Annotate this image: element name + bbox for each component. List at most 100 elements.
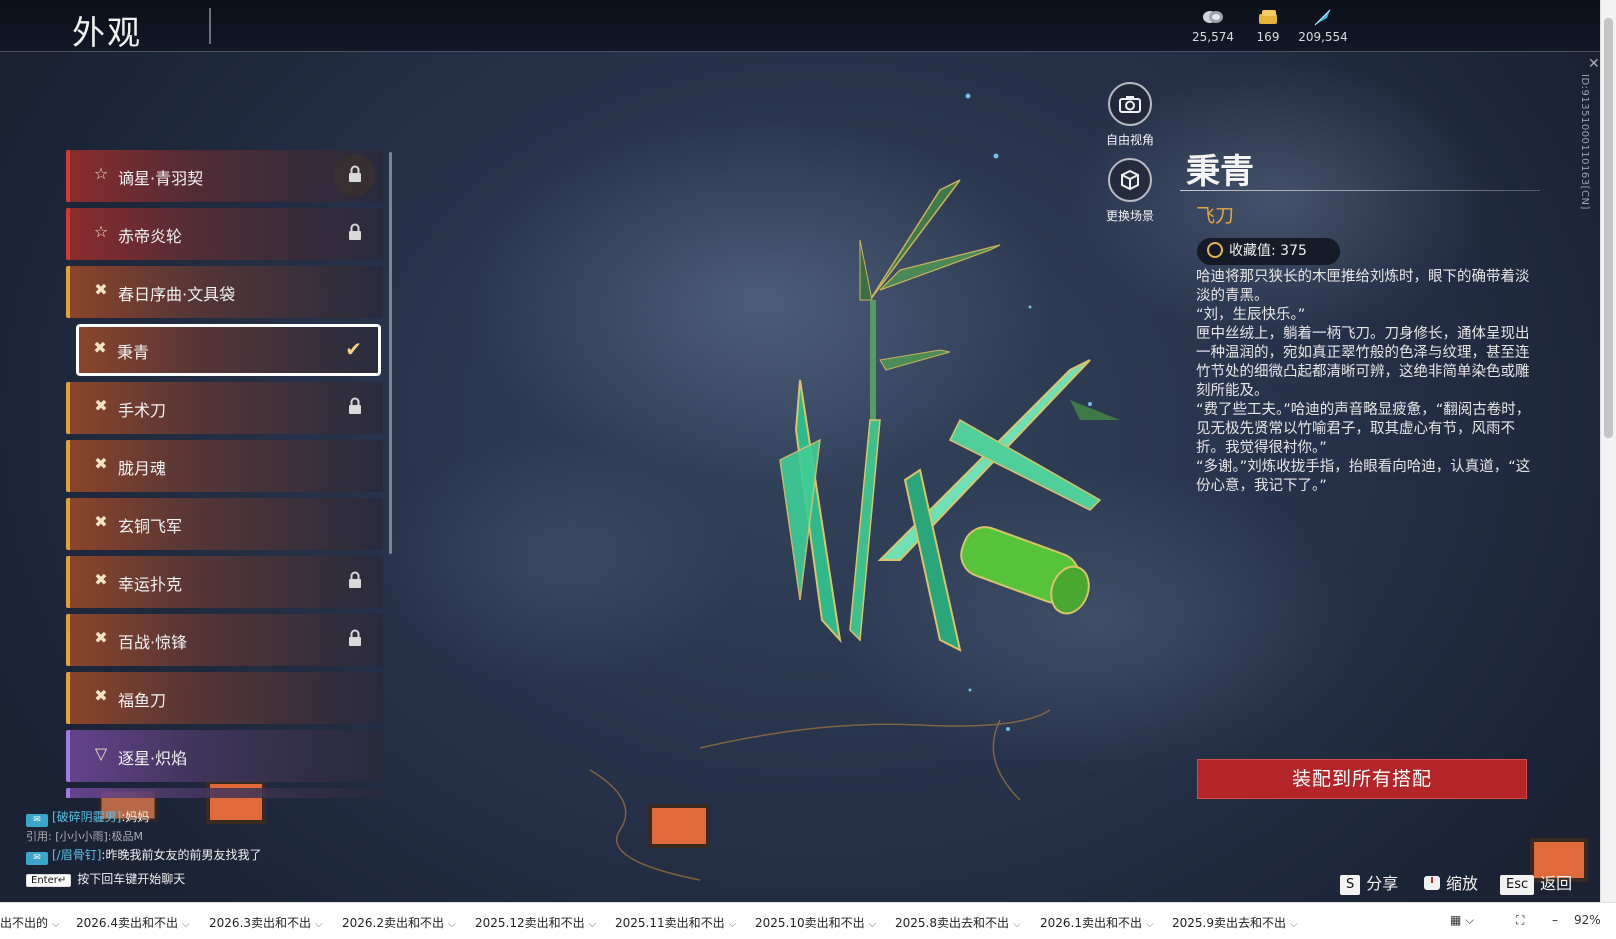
bamboo-knife-model bbox=[779, 179, 1120, 652]
chat-sender[interactable]: [破碎阴霾男] bbox=[52, 810, 121, 824]
list-item-label: 手术刀 bbox=[118, 401, 167, 420]
list-item[interactable]: ✖ 福鱼刀 bbox=[66, 672, 383, 724]
chat-message: ✉ [/眉骨钉]:昨晚我前女友的前男友找我了 bbox=[26, 846, 261, 865]
list-item[interactable]: ☆ 谪星·青羽契 bbox=[66, 150, 383, 202]
lock-icon bbox=[345, 396, 365, 416]
cube-icon bbox=[1108, 158, 1152, 202]
detail-divider bbox=[1180, 190, 1540, 191]
collection-value-badge: 收藏值: 375 bbox=[1197, 238, 1340, 265]
sheet-tab[interactable]: 出不出的 ⌵ bbox=[0, 914, 60, 931]
collection-icon bbox=[1207, 242, 1223, 258]
list-item[interactable]: ✖ 胧月魂 bbox=[66, 440, 383, 492]
list-item[interactable] bbox=[66, 788, 383, 798]
chat-message: ✉ [破碎阴霾男]:妈妈 bbox=[26, 808, 149, 827]
equip-all-button[interactable]: 装配到所有搭配 bbox=[1197, 759, 1527, 799]
list-item-label: 逐星·炽焰 bbox=[118, 749, 188, 768]
app-scrollbar[interactable] bbox=[1600, 0, 1616, 902]
sheet-tab[interactable]: 2026.2卖出和不出 ⌵ bbox=[342, 914, 456, 931]
collection-label: 收藏值: bbox=[1229, 243, 1276, 259]
list-scrollbar[interactable] bbox=[389, 152, 392, 554]
coin-stack-icon bbox=[1183, 8, 1243, 30]
zoom-level[interactable]: 92% bbox=[1574, 913, 1601, 927]
sheet-tab[interactable]: 2025.10卖出和不出 ⌵ bbox=[755, 914, 876, 931]
chat-channel-icon: ✉ bbox=[26, 814, 48, 827]
chevron-down-icon: ⌵ bbox=[728, 919, 737, 930]
list-item-label: 赤帝炎轮 bbox=[118, 227, 183, 246]
currency-tickets: 169 bbox=[1238, 8, 1298, 44]
sheet-tab[interactable]: 2026.3卖出和不出 ⌵ bbox=[209, 914, 323, 931]
game-viewport: 外观 25,574 169 209,554 ☆ 谪星·青羽契 ☆ 赤帝炎轮 ✖ … bbox=[0, 0, 1600, 902]
checkmark-icon: ✔ bbox=[345, 337, 362, 361]
cross-blades-icon: ✖ bbox=[94, 512, 108, 531]
camera-icon bbox=[1108, 82, 1152, 126]
zoom-out-button[interactable]: – bbox=[1552, 913, 1558, 927]
chat-input-hint[interactable]: Enter↵ 按下回车键开始聊天 bbox=[26, 870, 185, 887]
chat-channel-icon: ✉ bbox=[26, 852, 48, 865]
app-scrollbar-thumb[interactable] bbox=[1604, 18, 1613, 438]
list-item[interactable]: ✖ 百战·惊锋 bbox=[66, 614, 383, 666]
share-key: S bbox=[1340, 875, 1361, 895]
star-icon: ☆ bbox=[93, 222, 109, 241]
currency-coins: 25,574 bbox=[1183, 8, 1243, 44]
zoom-hint[interactable]: 缩放 bbox=[1422, 870, 1478, 894]
list-item[interactable]: ☆ 赤帝炎轮 bbox=[66, 208, 383, 260]
cross-blades-icon: ✖ bbox=[94, 280, 108, 299]
cross-blades-icon: ✖ bbox=[94, 570, 108, 589]
list-item-label: 胧月魂 bbox=[118, 459, 167, 478]
free-view-button[interactable]: 自由视角 bbox=[1090, 82, 1170, 148]
cross-blades-icon: ✖ bbox=[93, 338, 107, 357]
currency-coins-value: 25,574 bbox=[1192, 30, 1234, 44]
chevron-icon: ▽ bbox=[94, 744, 108, 763]
page-title: 外观 bbox=[72, 13, 142, 52]
ticket-icon bbox=[1238, 8, 1298, 30]
list-item[interactable]: ✖ 幸运扑克 bbox=[66, 556, 383, 608]
chat-hint-text: 按下回车键开始聊天 bbox=[77, 872, 186, 886]
sheet-tab[interactable]: 2026.1卖出和不出 ⌵ bbox=[1040, 914, 1154, 931]
list-item[interactable]: ✖ 玄铜飞军 bbox=[66, 498, 383, 550]
grid-view-icon[interactable]: ▦ ⌵ bbox=[1450, 913, 1474, 928]
list-item-selected[interactable]: ✖ 秉青 ✔ bbox=[76, 324, 381, 376]
share-hint[interactable]: S 分享 bbox=[1340, 870, 1398, 895]
lock-icon bbox=[345, 164, 365, 184]
list-item[interactable]: ✖ 手术刀 bbox=[66, 382, 383, 434]
title-divider bbox=[209, 8, 211, 44]
collection-value: 375 bbox=[1280, 243, 1307, 259]
sheet-tab-strip: 出不出的 ⌵ 2026.4卖出和不出 ⌵ 2026.3卖出和不出 ⌵ 2026.2卖出… bbox=[0, 902, 1616, 939]
close-icon[interactable]: ✕ bbox=[1588, 56, 1604, 72]
chevron-down-icon: ⌵ bbox=[1290, 919, 1298, 930]
sheet-tab[interactable]: 2026.4卖出和不出 ⌵ bbox=[76, 914, 190, 931]
currency-feathers: 209,554 bbox=[1293, 8, 1353, 44]
chat-text: :妈妈 bbox=[121, 810, 150, 824]
cross-blades-icon: ✖ bbox=[94, 686, 108, 705]
mouse-wheel-icon bbox=[1422, 874, 1446, 893]
lock-icon bbox=[345, 570, 365, 590]
sheet-tab[interactable]: 2025.12卖出和不出 ⌵ bbox=[475, 914, 596, 931]
list-item-label: 玄铜飞军 bbox=[118, 517, 183, 536]
sheet-tab[interactable]: 2025.11卖出和不出 ⌵ bbox=[615, 914, 736, 931]
lock-icon bbox=[345, 628, 365, 648]
list-item[interactable]: ▽ 逐星·炽焰 bbox=[66, 730, 383, 782]
star-icon: ☆ bbox=[93, 164, 109, 183]
change-scene-label: 更换场景 bbox=[1105, 209, 1154, 223]
esc-key: Esc bbox=[1500, 875, 1535, 895]
chevron-down-icon: ⌵ bbox=[588, 919, 597, 930]
chevron-down-icon: ⌵ bbox=[1013, 919, 1021, 930]
chat-sender[interactable]: [/眉骨钉] bbox=[52, 848, 101, 862]
sheet-tab[interactable]: 2025.8卖出去和不出 ⌵ bbox=[895, 914, 1021, 931]
share-label: 分享 bbox=[1366, 874, 1399, 893]
free-view-label: 自由视角 bbox=[1105, 133, 1154, 147]
enter-key-icon: Enter↵ bbox=[26, 874, 72, 887]
currency-tickets-value: 169 bbox=[1256, 30, 1280, 44]
chevron-down-icon: ⌵ bbox=[448, 919, 456, 930]
chat-quote: 引用: [小小小雨]:极品M bbox=[26, 830, 143, 843]
appearance-list: ☆ 谪星·青羽契 ☆ 赤帝炎轮 ✖ 春日序曲·文具袋 ✖ 秉青 ✔ ✖ 手术刀 … bbox=[66, 150, 384, 798]
chevron-down-icon: ⌵ bbox=[868, 919, 877, 930]
list-item[interactable]: ✖ 春日序曲·文具袋 bbox=[66, 266, 383, 318]
chat-text: :昨晚我前女友的前男友找我了 bbox=[101, 848, 262, 862]
change-scene-button[interactable]: 更换场景 bbox=[1090, 158, 1170, 224]
sheet-tab[interactable]: 2025.9卖出去和不出 ⌵ bbox=[1172, 914, 1298, 931]
back-hint[interactable]: Esc 返回 bbox=[1500, 870, 1572, 895]
fullscreen-icon[interactable]: ⛶ bbox=[1516, 913, 1524, 928]
item-story: 哈迪将那只狭长的木匣推给刘炼时，眼下的确带着淡淡的青黑。 “刘，生辰快乐。” 匣… bbox=[1196, 269, 1531, 494]
cross-blades-icon: ✖ bbox=[94, 396, 108, 415]
